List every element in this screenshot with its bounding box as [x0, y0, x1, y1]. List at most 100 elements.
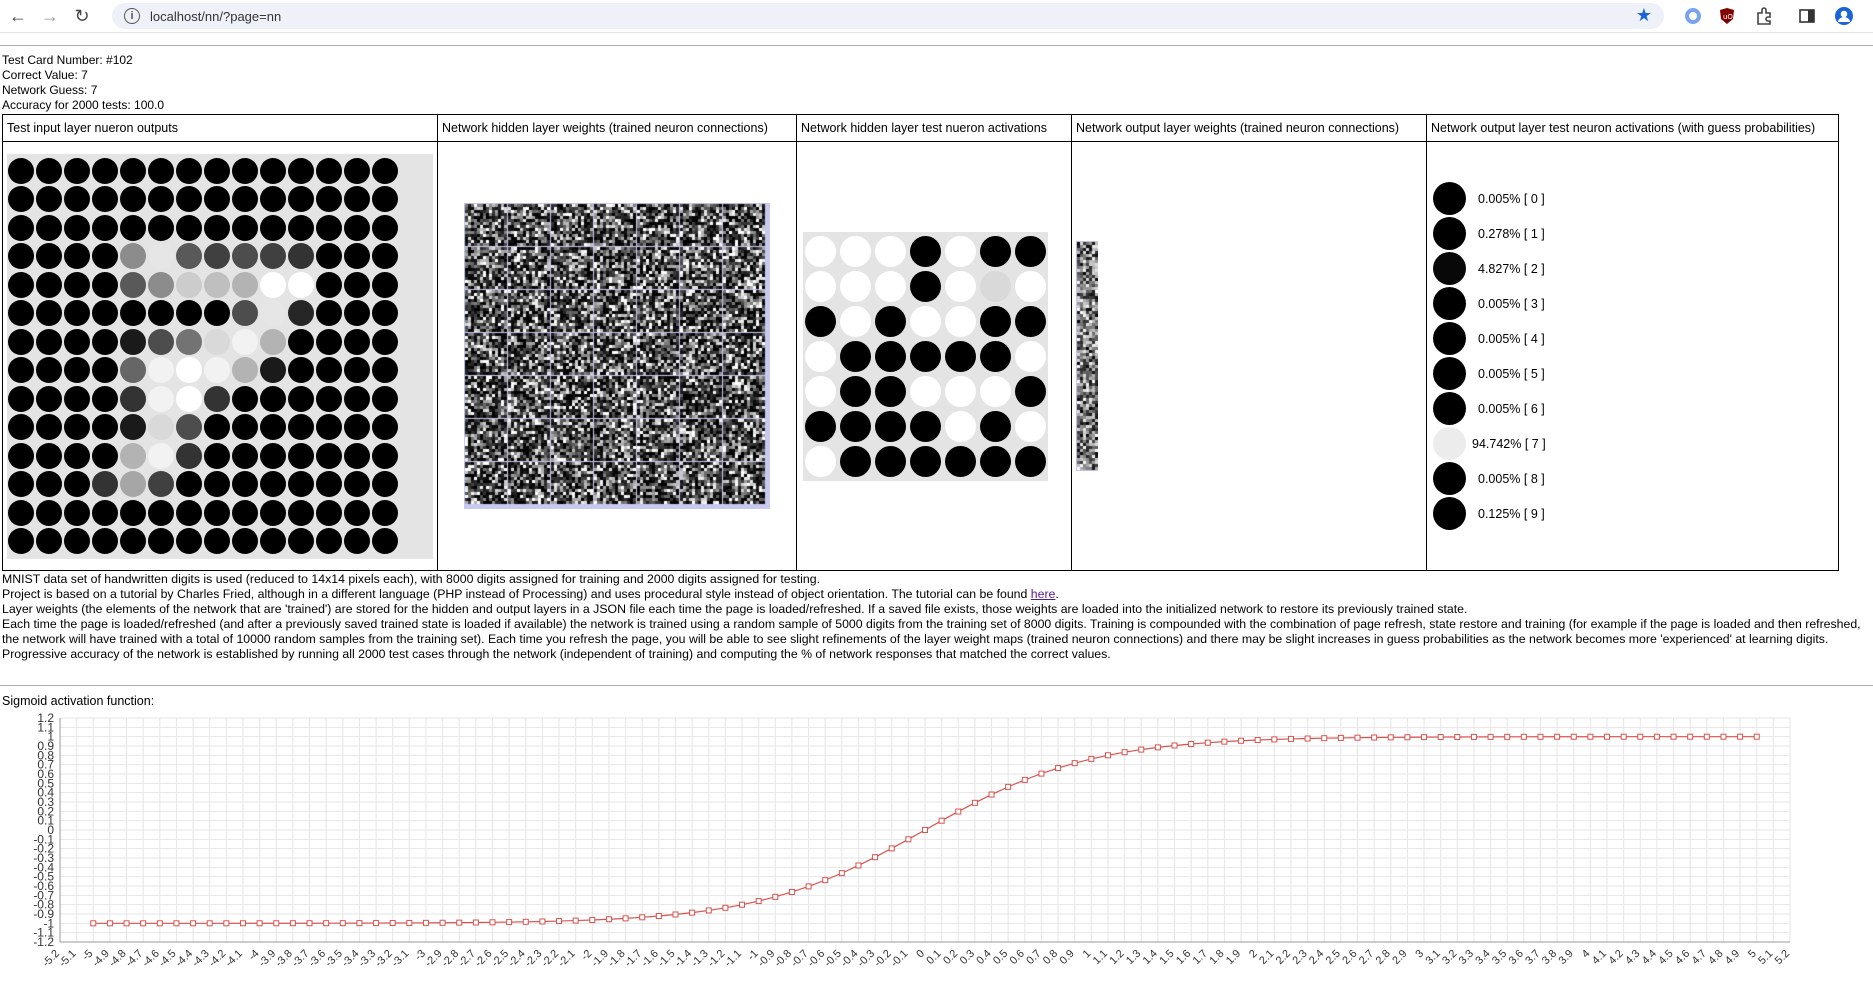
input-neuron — [372, 186, 398, 213]
input-neuron — [148, 186, 174, 213]
input-neuron — [288, 357, 314, 384]
output-probability: 0.005% [ 3 ] — [1478, 296, 1545, 311]
data-point — [905, 836, 912, 843]
input-neuron — [176, 442, 202, 469]
hidden-neuron — [875, 375, 906, 407]
data-point — [156, 920, 163, 927]
hidden-neuron — [980, 375, 1011, 407]
data-point — [1404, 734, 1411, 741]
output-row: 0.005% [ 0 ] — [1433, 181, 1834, 216]
output-activations-cell: 0.005% [ 0 ] 0.278% [ 1 ] 4.827% [ 2 ] 0.00… — [1426, 141, 1839, 571]
data-point — [1304, 735, 1311, 742]
extensions-puzzle-icon[interactable] — [1754, 6, 1774, 26]
input-neuron — [148, 157, 174, 184]
input-neuron — [372, 271, 398, 298]
data-point — [1620, 733, 1627, 740]
input-neuron — [36, 528, 62, 555]
x-tick-label: 0.5 — [991, 948, 1010, 967]
card-number: Test Card Number: #102 — [2, 53, 133, 67]
input-neuron — [260, 471, 286, 498]
output-probability: 0.005% [ 0 ] — [1478, 191, 1545, 206]
data-point — [938, 817, 945, 824]
forward-icon[interactable]: → — [36, 2, 64, 30]
data-point — [273, 920, 280, 927]
input-neuron — [316, 243, 342, 270]
data-point — [1454, 733, 1461, 740]
output-row: 0.125% [ 9 ] — [1433, 496, 1834, 531]
input-neuron — [316, 157, 342, 184]
data-point — [971, 799, 978, 806]
input-neuron — [120, 271, 146, 298]
input-neuron — [120, 499, 146, 526]
input-neuron — [316, 328, 342, 355]
input-neuron — [232, 471, 258, 498]
data-point — [306, 920, 313, 927]
input-neuron — [344, 357, 370, 384]
data-point — [522, 918, 529, 925]
input-neuron — [288, 157, 314, 184]
extension-lens-icon[interactable] — [1683, 6, 1703, 26]
input-neuron — [204, 499, 230, 526]
hidden-neuron — [840, 445, 871, 477]
back-icon[interactable]: ← — [4, 2, 32, 30]
input-neuron — [120, 385, 146, 412]
address-bar[interactable]: i localhost/nn/?page=nn ★ — [112, 3, 1664, 29]
x-tick-label: -2.1 — [556, 948, 578, 970]
x-tick-label: 2.1 — [1257, 948, 1276, 967]
input-neuron — [176, 528, 202, 555]
input-neuron — [344, 471, 370, 498]
input-neuron — [176, 243, 202, 270]
ublock-shield-icon[interactable]: uO — [1717, 6, 1737, 26]
output-weights-cell — [1071, 141, 1427, 571]
x-tick-label: -0.1 — [889, 948, 911, 970]
reload-icon[interactable]: ↻ — [68, 2, 96, 30]
profile-avatar-icon[interactable] — [1834, 6, 1854, 26]
input-neuron — [204, 243, 230, 270]
input-neuron — [316, 385, 342, 412]
x-tick-label: 4.6 — [1673, 948, 1692, 967]
data-point — [1387, 734, 1394, 741]
input-neuron — [148, 414, 174, 441]
sigmoid-title: Sigmoid activation function: — [2, 694, 155, 708]
input-neuron — [232, 385, 258, 412]
input-neuron — [148, 528, 174, 555]
x-tick-label: 2.9 — [1390, 948, 1409, 967]
hidden-neuron — [840, 305, 871, 337]
bookmark-star-icon[interactable]: ★ — [1636, 5, 1652, 26]
correct-value: Correct Value: 7 — [2, 68, 88, 82]
input-neuron — [36, 357, 62, 384]
hidden-neuron — [1015, 375, 1046, 407]
input-neuron — [204, 471, 230, 498]
hidden-neuron — [875, 270, 906, 302]
site-info-icon[interactable]: i — [124, 8, 140, 24]
input-neuron — [8, 414, 34, 441]
output-neuron — [1433, 287, 1466, 320]
input-neuron — [176, 357, 202, 384]
accuracy: Accuracy for 2000 tests: 100.0 — [2, 98, 165, 112]
data-point — [239, 920, 246, 927]
data-point — [506, 919, 513, 926]
input-neuron — [260, 214, 286, 241]
hidden-neuron — [1015, 410, 1046, 442]
input-neuron — [232, 243, 258, 270]
input-neuron — [120, 243, 146, 270]
x-tick-label: 0.3 — [958, 948, 977, 967]
x-tick-label: 3.5 — [1490, 948, 1509, 967]
output-probability: 94.742% [ 7 ] — [1472, 436, 1546, 451]
input-neuron — [204, 385, 230, 412]
side-panel-icon[interactable] — [1797, 6, 1817, 26]
input-neuron — [120, 471, 146, 498]
x-tick-label: 2.2 — [1274, 948, 1293, 967]
data-point — [1570, 733, 1577, 740]
data-point — [622, 915, 629, 922]
input-neuron — [64, 385, 90, 412]
input-neuron — [120, 214, 146, 241]
x-tick-label: 1.2 — [1107, 948, 1126, 967]
hidden-neuron — [1015, 305, 1046, 337]
input-neuron — [316, 528, 342, 555]
data-point — [1520, 733, 1527, 740]
output-weights-map — [1076, 241, 1098, 471]
input-neuron — [36, 300, 62, 327]
input-neuron — [372, 442, 398, 469]
tutorial-link[interactable]: here — [1031, 587, 1056, 601]
